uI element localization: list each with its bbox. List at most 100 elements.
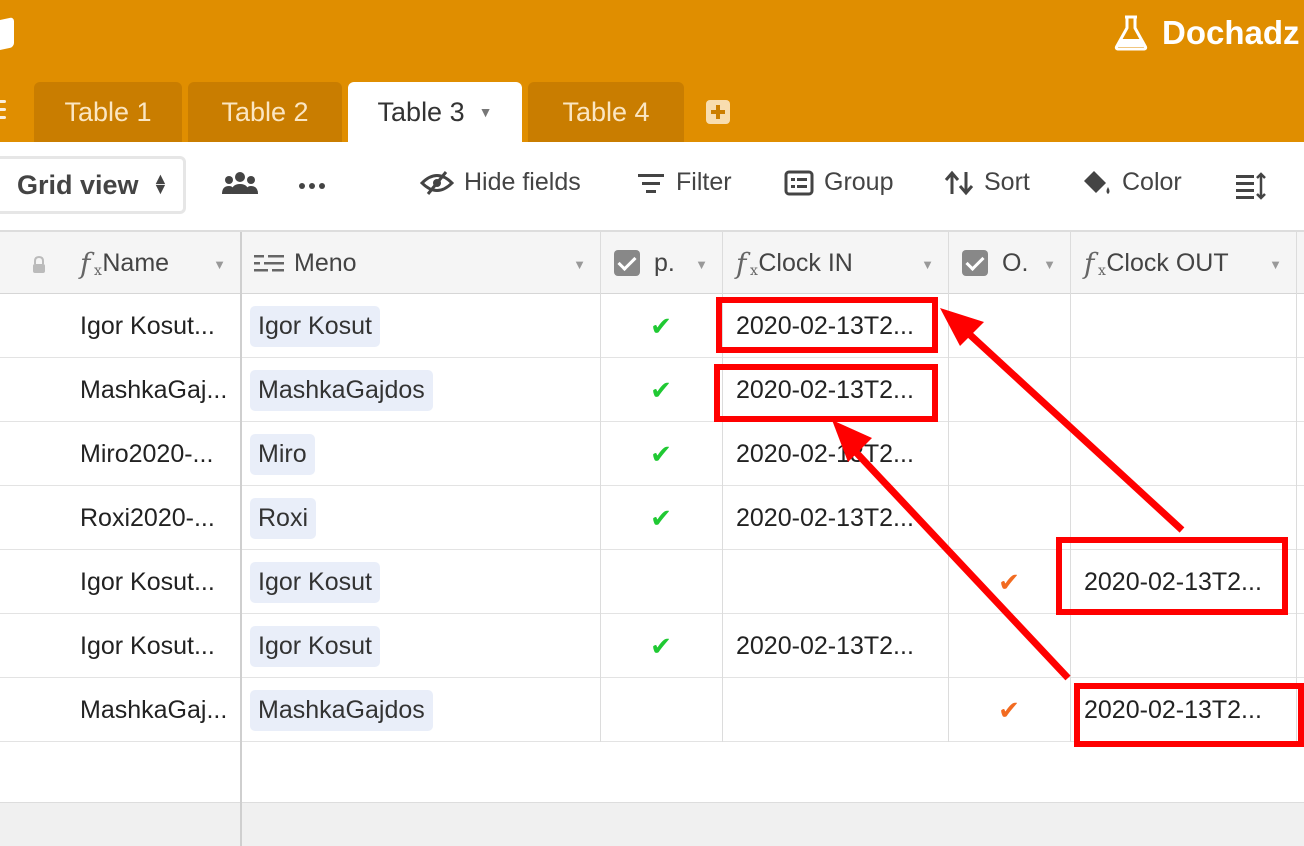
tab-label: Table 1: [64, 96, 152, 127]
linked-record-chip[interactable]: MashkaGajdos: [250, 369, 433, 411]
cell-p-checkbox[interactable]: ✔: [600, 358, 722, 422]
linked-record-chip[interactable]: MashkaGajdos: [250, 689, 433, 731]
green-check-icon[interactable]: ✔: [650, 631, 672, 662]
tab-table-4[interactable]: Table 4: [528, 82, 684, 142]
hide-fields-button[interactable]: Hide fields: [420, 168, 581, 197]
tab-label: Table 3: [377, 96, 465, 127]
sort-button[interactable]: Sort: [944, 168, 1030, 197]
cell-p-checkbox[interactable]: [600, 678, 722, 742]
cell-clock-in-text: 2020-02-13T2...: [736, 631, 914, 660]
column-menu-icon[interactable]: ▼: [695, 257, 708, 272]
green-check-icon[interactable]: ✔: [650, 503, 672, 534]
filter-button[interactable]: Filter: [636, 168, 732, 197]
cell-meno[interactable]: Miro: [250, 422, 596, 486]
base-logo-icon[interactable]: [0, 17, 14, 53]
cell-p-checkbox[interactable]: ✔: [600, 294, 722, 358]
table-row[interactable]: Igor Kosut... Igor Kosut ✔ 2020-02-13T2...: [0, 294, 1304, 358]
linked-record-chip[interactable]: Igor Kosut: [250, 305, 380, 347]
cell-name-text: MashkaGaj...: [80, 375, 228, 404]
cell-o-checkbox[interactable]: [948, 422, 1070, 486]
cell-clock-out[interactable]: [1084, 358, 1296, 422]
tab-caret-down-icon[interactable]: ▼: [479, 104, 493, 120]
tab-label: Table 4: [562, 96, 650, 127]
cell-o-checkbox[interactable]: [948, 486, 1070, 550]
column-menu-icon[interactable]: ▼: [1269, 257, 1282, 272]
cell-o-checkbox[interactable]: [948, 358, 1070, 422]
cell-o-checkbox[interactable]: [948, 614, 1070, 678]
column-header-clock-out[interactable]: fx Clock OUT ▼: [1084, 232, 1296, 294]
add-table-icon[interactable]: [706, 100, 730, 124]
column-divider: [1296, 232, 1297, 742]
share-people-icon[interactable]: [222, 170, 258, 198]
color-label: Color: [1122, 168, 1182, 196]
cell-p-checkbox[interactable]: ✔: [600, 486, 722, 550]
column-menu-icon[interactable]: ▼: [573, 257, 586, 272]
cell-p-checkbox[interactable]: ✔: [600, 422, 722, 486]
cell-clock-in[interactable]: 2020-02-13T2...: [736, 614, 946, 678]
column-header-meno[interactable]: Meno ▼: [254, 232, 600, 294]
column-header-o[interactable]: O. ▼: [962, 232, 1070, 294]
formula-icon: fx: [80, 246, 102, 280]
column-header-name[interactable]: fx Name ▼: [80, 232, 240, 294]
cell-o-checkbox[interactable]: [948, 294, 1070, 358]
cell-clock-out[interactable]: [1084, 294, 1296, 358]
column-header-clock-in[interactable]: fx Clock IN ▼: [736, 232, 948, 294]
cell-o-checkbox[interactable]: ✔: [948, 550, 1070, 614]
cell-clock-in[interactable]: [736, 550, 946, 614]
column-header-label: Name: [102, 248, 170, 277]
column-menu-icon[interactable]: ▼: [213, 257, 226, 272]
cell-meno[interactable]: MashkaGajdos: [250, 358, 596, 422]
cell-name[interactable]: Roxi2020-...: [80, 486, 236, 550]
cell-meno[interactable]: Igor Kosut: [250, 294, 596, 358]
group-button[interactable]: Group: [784, 168, 893, 197]
sort-label: Sort: [984, 168, 1030, 196]
column-header-p[interactable]: p. ▼: [614, 232, 722, 294]
cell-name[interactable]: MashkaGaj...: [80, 678, 236, 742]
table-row[interactable]: MashkaGaj... MashkaGajdos ✔ 2020-02-13T2...: [0, 358, 1304, 422]
cell-clock-in[interactable]: [736, 678, 946, 742]
color-button[interactable]: Color: [1080, 168, 1182, 197]
linked-record-chip[interactable]: Igor Kosut: [250, 561, 380, 603]
cell-clock-out[interactable]: [1084, 614, 1296, 678]
link-field-icon: [254, 255, 284, 272]
cell-name[interactable]: Miro2020-...: [80, 422, 236, 486]
cell-meno[interactable]: Igor Kosut: [250, 614, 596, 678]
add-record-row[interactable]: [0, 742, 1304, 802]
cell-name[interactable]: Igor Kosut...: [80, 614, 236, 678]
tab-table-3[interactable]: Table 3 ▼: [348, 82, 522, 142]
green-check-icon[interactable]: ✔: [650, 375, 672, 406]
cell-name[interactable]: Igor Kosut...: [80, 550, 236, 614]
column-menu-icon[interactable]: ▼: [921, 257, 934, 272]
cell-o-checkbox[interactable]: ✔: [948, 678, 1070, 742]
linked-record-chip[interactable]: Igor Kosut: [250, 625, 380, 667]
cell-name[interactable]: Igor Kosut...: [80, 294, 236, 358]
cell-meno[interactable]: Roxi: [250, 486, 596, 550]
cell-meno[interactable]: MashkaGajdos: [250, 678, 596, 742]
cell-meno[interactable]: Igor Kosut: [250, 550, 596, 614]
more-options-icon[interactable]: [298, 182, 326, 190]
table-row[interactable]: Miro2020-... Miro ✔ 2020-02-13T2...: [0, 422, 1304, 486]
base-title[interactable]: Dochadz: [1114, 14, 1300, 52]
linked-record-chip[interactable]: Miro: [250, 433, 315, 475]
cell-p-checkbox[interactable]: [600, 550, 722, 614]
linked-record-chip[interactable]: Roxi: [250, 497, 317, 539]
green-check-icon[interactable]: ✔: [650, 311, 672, 342]
view-switcher-button[interactable]: Grid view ▲ ▼: [0, 156, 186, 214]
cell-clock-in[interactable]: 2020-02-13T2...: [736, 422, 946, 486]
cell-name-text: Igor Kosut...: [80, 311, 215, 340]
cell-name[interactable]: MashkaGaj...: [80, 358, 236, 422]
table-row[interactable]: Igor Kosut... Igor Kosut ✔ 2020-02-13T2...: [0, 614, 1304, 678]
cell-name-text: Roxi2020-...: [80, 503, 215, 532]
tab-table-2[interactable]: Table 2: [188, 82, 342, 142]
orange-check-icon[interactable]: ✔: [998, 695, 1020, 726]
orange-check-icon[interactable]: ✔: [998, 567, 1020, 598]
green-check-icon[interactable]: ✔: [650, 439, 672, 470]
row-height-icon[interactable]: [1234, 172, 1266, 200]
tab-table-1[interactable]: Table 1: [34, 82, 182, 142]
flask-icon: [1114, 15, 1148, 51]
cell-p-checkbox[interactable]: ✔: [600, 614, 722, 678]
column-menu-icon[interactable]: ▼: [1043, 257, 1056, 272]
tables-menu-icon[interactable]: [0, 100, 6, 122]
cell-clock-in[interactable]: 2020-02-13T2...: [736, 486, 946, 550]
cell-clock-out[interactable]: [1084, 422, 1296, 486]
